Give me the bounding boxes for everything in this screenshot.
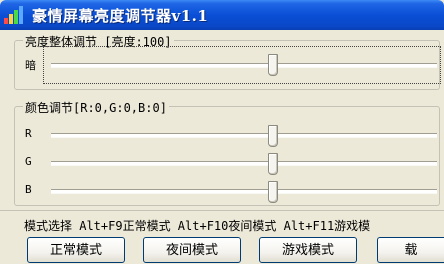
window-title: 豪情屏幕亮度调节器v1.1 xyxy=(32,7,209,25)
mode-hint-text: 模式选择 Alt+F9正常模式 Alt+F10夜间模式 Alt+F11游戏模 xyxy=(24,219,371,233)
color-legend: 颜色调节[R:0,G:0,B:0] xyxy=(23,99,169,116)
load-button[interactable]: 载 xyxy=(377,237,444,263)
red-slider-label: R xyxy=(25,127,32,140)
green-slider-thumb[interactable] xyxy=(268,153,278,175)
brightness-group: 亮度整体调节 [亮度:100] 暗 xyxy=(14,33,441,90)
app-icon xyxy=(4,6,28,24)
green-slider-track[interactable] xyxy=(51,161,437,165)
night-mode-button[interactable]: 夜间模式 xyxy=(143,237,241,263)
color-group: 颜色调节[R:0,G:0,B:0] R G B xyxy=(14,99,440,206)
normal-mode-button[interactable]: 正常模式 xyxy=(27,237,125,263)
blue-slider-label: B xyxy=(25,183,32,196)
red-slider-track[interactable] xyxy=(51,133,437,137)
brightness-slider-thumb[interactable] xyxy=(268,54,278,76)
brightness-slider-track[interactable] xyxy=(51,63,437,67)
game-mode-button[interactable]: 游戏模式 xyxy=(259,237,357,263)
title-bar: 豪情屏幕亮度调节器v1.1 xyxy=(0,0,444,30)
blue-slider-track[interactable] xyxy=(51,189,437,193)
brightness-dark-label: 暗 xyxy=(25,59,36,72)
green-slider-label: G xyxy=(25,155,32,168)
blue-slider-thumb[interactable] xyxy=(268,181,278,203)
mode-bar: 模式选择 Alt+F9正常模式 Alt+F10夜间模式 Alt+F11游戏模 正… xyxy=(0,210,444,263)
red-slider-thumb[interactable] xyxy=(268,125,278,147)
